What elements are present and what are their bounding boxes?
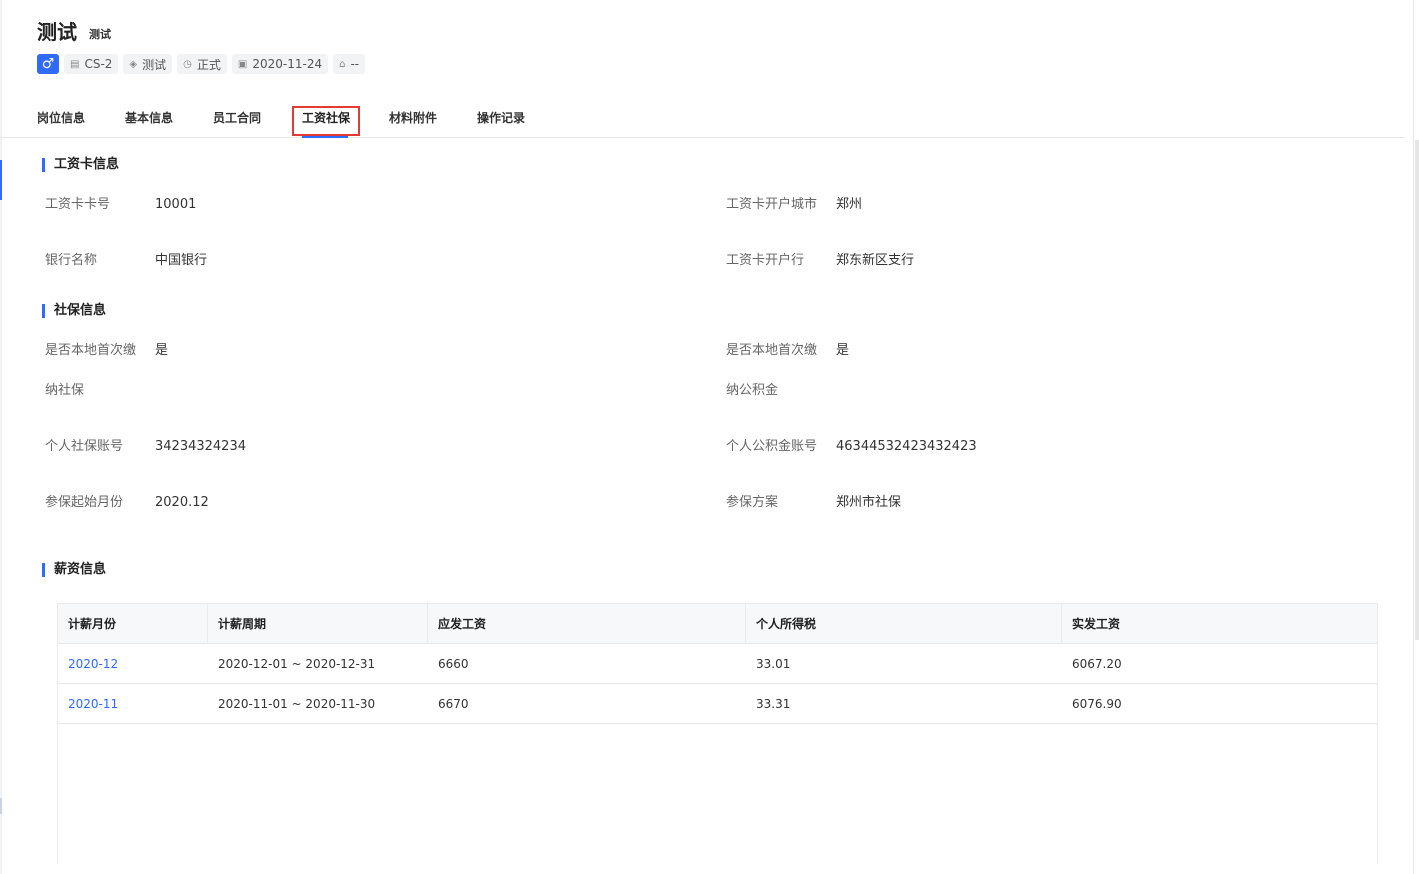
- label-start-month: 参保起始月份: [45, 495, 124, 510]
- label-card-number: 工资卡卡号: [45, 197, 111, 212]
- employee-header: 测试 测试: [37, 18, 111, 46]
- label-insurance-plan: 参保方案: [726, 495, 779, 510]
- pay-month-link[interactable]: 2020-12: [58, 644, 118, 684]
- employee-tags: ♂ ▤ CS-2 ◈ 测试 ◷ 正式 ▣ 2020-11-24 ⌂ --: [37, 54, 366, 74]
- gross-pay: 6670: [438, 697, 469, 711]
- value-social-account: 34234324234: [155, 439, 246, 454]
- scrollbar-thumb[interactable]: [1415, 140, 1419, 640]
- employee-name: 测试: [37, 20, 77, 44]
- tab-bar: 岗位信息 基本信息 员工合同 工资社保 材料附件 操作记录: [0, 104, 1405, 138]
- tab-contract[interactable]: 员工合同: [213, 108, 261, 128]
- tab-attachments[interactable]: 材料附件: [389, 108, 437, 128]
- label-first-local-payment-fund: 是否本地首次缴: [726, 343, 818, 358]
- value-fund-account: 46344532423432423: [836, 439, 977, 454]
- pay-month-link[interactable]: 2020-11: [58, 684, 118, 724]
- column-header-income-tax: 个人所得税: [746, 604, 1062, 644]
- section-title-salary-card: 工资卡信息: [42, 157, 119, 173]
- sidebar-active-indicator: [0, 160, 2, 200]
- label-bank-name: 银行名称: [45, 253, 98, 268]
- label-fund-account: 个人公积金账号: [726, 439, 818, 454]
- pay-period: 2020-11-01 ~ 2020-11-30: [218, 697, 376, 711]
- tag-text: --: [350, 57, 360, 71]
- column-header-pay-month: 计薪月份: [58, 604, 208, 644]
- tab-active-underline: [302, 136, 348, 138]
- tab-basic-info[interactable]: 基本信息: [125, 108, 173, 128]
- label-first-local-payment: 是否本地首次缴: [45, 343, 137, 358]
- table-row: 2020-12 2020-12-01 ~ 2020-12-31 6660 33.…: [58, 644, 1377, 684]
- clock-icon: ◷: [183, 58, 192, 70]
- tag-status: ◷ 正式: [177, 54, 227, 74]
- tag-text: CS-2: [84, 57, 113, 71]
- tag-department: ◈ 测试: [123, 54, 173, 74]
- column-header-pay-period: 计薪周期: [208, 604, 428, 644]
- gross-pay: 6660: [438, 657, 469, 671]
- income-tax: 33.01: [756, 657, 791, 671]
- label-social-account: 个人社保账号: [45, 439, 124, 454]
- value-first-local-payment: 是: [155, 343, 169, 358]
- value-insurance-plan: 郑州市社保: [836, 495, 902, 510]
- table-header-row: 计薪月份 计薪周期 应发工资 个人所得税 实发工资: [58, 604, 1377, 644]
- tag-text: 2020-11-24: [252, 57, 323, 71]
- label-bank-branch: 工资卡开户行: [726, 253, 805, 268]
- employee-subname: 测试: [89, 28, 111, 41]
- tag-join-date: ▣ 2020-11-24: [231, 54, 329, 74]
- section-title-social: 社保信息: [42, 303, 106, 319]
- sidebar-indicator: [0, 798, 2, 814]
- layers-icon: ◈: [129, 58, 138, 70]
- label-housing-fund: 纳公积金: [726, 383, 779, 398]
- tag-company: ⌂ --: [333, 54, 366, 74]
- value-start-month: 2020.12: [155, 495, 209, 510]
- value-bank-branch: 郑东新区支行: [836, 253, 915, 268]
- net-pay: 6067.20: [1072, 657, 1122, 671]
- tag-text: 测试: [142, 57, 167, 72]
- value-first-local-payment-fund: 是: [836, 343, 850, 358]
- value-card-city: 郑州: [836, 197, 863, 212]
- value-bank-name: 中国银行: [155, 253, 208, 268]
- tag-employee-code: ▤ CS-2: [64, 54, 119, 74]
- table-row: 2020-11 2020-11-01 ~ 2020-11-30 6670 33.…: [58, 684, 1377, 724]
- column-header-net-pay: 实发工资: [1072, 617, 1121, 631]
- calendar-icon: ▣: [237, 58, 248, 70]
- section-title-pay: 薪资信息: [42, 562, 106, 578]
- male-icon: ♂: [37, 54, 59, 74]
- net-pay: 6076.90: [1072, 697, 1122, 711]
- value-card-number: 10001: [155, 197, 197, 212]
- tab-position-info[interactable]: 岗位信息: [37, 108, 85, 128]
- clipboard-icon: ▤: [70, 58, 80, 70]
- pay-period: 2020-12-01 ~ 2020-12-31: [218, 657, 376, 671]
- label-card-city: 工资卡开户城市: [726, 197, 818, 212]
- income-tax: 33.31: [756, 697, 791, 711]
- column-header-gross-pay: 应发工资: [428, 604, 746, 644]
- label-social-insurance: 纳社保: [45, 383, 85, 398]
- building-icon: ⌂: [339, 58, 346, 70]
- tab-highlight-box: [292, 106, 360, 136]
- tag-text: 正式: [196, 57, 221, 72]
- tab-operation-log[interactable]: 操作记录: [477, 108, 525, 128]
- pay-table: 计薪月份 计薪周期 应发工资 个人所得税 实发工资 2020-12 2020-1…: [57, 603, 1378, 863]
